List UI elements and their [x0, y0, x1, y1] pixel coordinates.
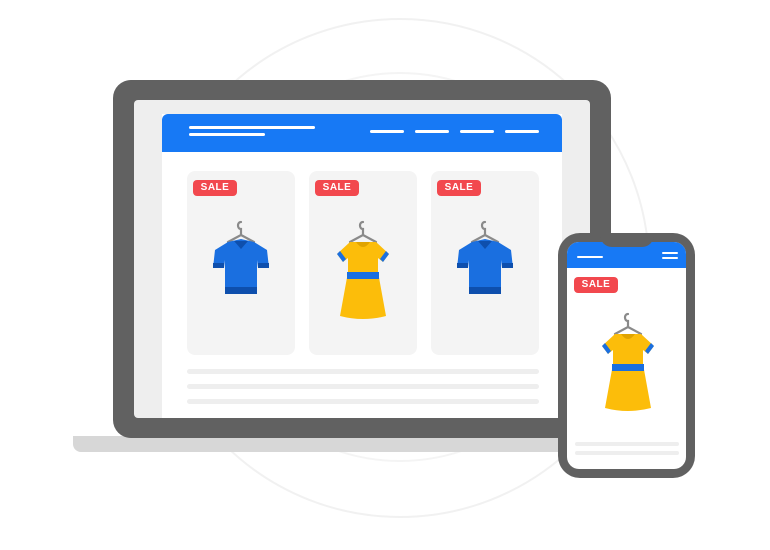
nav-item-1[interactable]: [370, 130, 404, 133]
shirt-icon: [213, 220, 269, 294]
text-placeholder-line: [575, 451, 679, 455]
site-header: [162, 114, 562, 152]
nav-item-3[interactable]: [460, 130, 494, 133]
nav-item-4[interactable]: [505, 130, 539, 133]
laptop-base: [73, 436, 618, 452]
text-placeholder-line: [187, 399, 539, 404]
phone-notch: [600, 233, 654, 247]
text-placeholder-line: [575, 442, 679, 446]
product-card[interactable]: SALE: [309, 171, 417, 355]
sale-badge: SALE: [315, 180, 359, 196]
sale-badge: SALE: [437, 180, 481, 196]
text-placeholder-line: [187, 384, 539, 389]
dress-icon: [337, 220, 389, 319]
shop-website: SALE SALE SALE: [162, 114, 562, 418]
sale-badge: SALE: [193, 180, 237, 196]
hanger-icon: [613, 312, 643, 336]
shirt-icon: [457, 220, 513, 294]
sale-badge: SALE: [574, 277, 618, 293]
phone-logo-line[interactable]: [577, 256, 603, 258]
phone-screen: SALE: [567, 242, 686, 469]
text-placeholder-line: [187, 369, 539, 374]
product-card[interactable]: SALE: [187, 171, 295, 355]
nav-item-2[interactable]: [415, 130, 449, 133]
site-logo-line[interactable]: [189, 126, 315, 129]
product-card[interactable]: SALE: [431, 171, 539, 355]
dress-icon[interactable]: [586, 308, 670, 418]
hanger-icon: [348, 220, 378, 244]
menu-icon[interactable]: [662, 252, 678, 254]
menu-icon-bar: [662, 257, 678, 259]
site-logo-line-short: [189, 133, 265, 136]
